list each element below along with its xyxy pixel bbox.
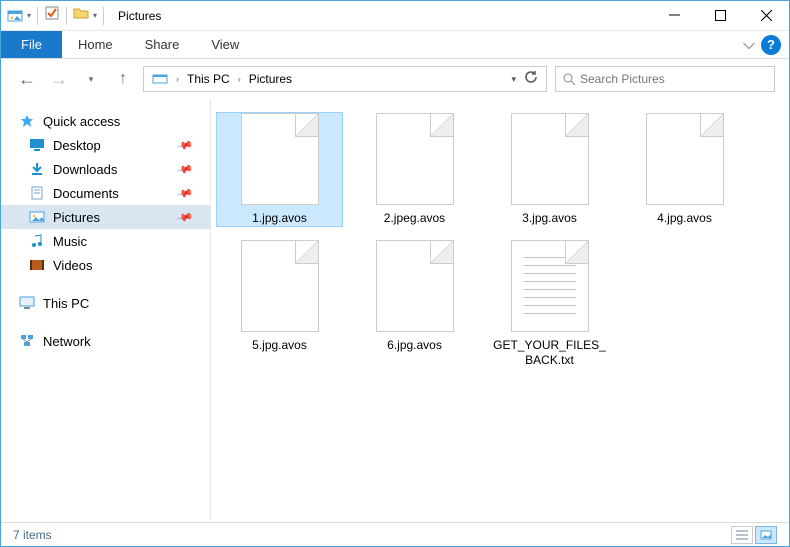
sidebar-item-label: Pictures bbox=[53, 210, 100, 225]
sidebar-item-music[interactable]: Music bbox=[1, 229, 210, 253]
files-pane[interactable]: 1.jpg.avos 2.jpeg.avos 3.jpg.avos 4.jpg.avo… bbox=[211, 99, 789, 524]
sidebar-item-label: Quick access bbox=[43, 114, 120, 129]
sidebar-item-label: Music bbox=[53, 234, 87, 249]
qat-dropdown-icon[interactable]: ▾ bbox=[27, 11, 31, 20]
qat-checkbox-icon[interactable] bbox=[44, 5, 60, 26]
file-name: 6.jpg.avos bbox=[387, 338, 442, 353]
separator bbox=[66, 7, 67, 25]
window-controls bbox=[651, 1, 789, 30]
tab-home[interactable]: Home bbox=[62, 31, 129, 58]
file-name: 3.jpg.avos bbox=[522, 211, 577, 226]
search-input[interactable]: Search Pictures bbox=[555, 66, 775, 92]
quick-access-toolbar: ▾ ▾ Pictures bbox=[1, 5, 161, 26]
generic-file-icon bbox=[646, 113, 724, 205]
help-button[interactable]: ? bbox=[761, 35, 781, 55]
documents-icon bbox=[29, 185, 45, 201]
recent-locations-button[interactable]: ▾ bbox=[79, 67, 103, 91]
file-item[interactable]: 2.jpeg.avos bbox=[352, 113, 477, 226]
qat-dropdown-icon[interactable]: ▾ bbox=[93, 11, 97, 20]
minimize-button[interactable] bbox=[651, 1, 697, 30]
separator bbox=[37, 7, 38, 25]
close-button[interactable] bbox=[743, 1, 789, 30]
pin-icon: 📌 bbox=[176, 136, 194, 154]
details-view-button[interactable] bbox=[731, 526, 753, 544]
generic-file-icon bbox=[241, 240, 319, 332]
sidebar-item-quick-access[interactable]: Quick access bbox=[1, 109, 210, 133]
generic-file-icon bbox=[511, 113, 589, 205]
network-icon bbox=[19, 333, 35, 349]
ribbon-collapse-icon[interactable]: ⌵ bbox=[743, 36, 755, 54]
navigation-bar: ← → ▾ ↑ › This PC › Pictures ▾ Search Pi… bbox=[1, 59, 789, 99]
breadcrumb-this-pc[interactable]: This PC bbox=[183, 72, 234, 86]
file-tab[interactable]: File bbox=[1, 31, 62, 58]
generic-file-icon bbox=[376, 240, 454, 332]
app-icon bbox=[7, 8, 23, 24]
content-area: Quick access Desktop 📌 Downloads 📌 Docum… bbox=[1, 99, 789, 524]
file-item[interactable]: 1.jpg.avos bbox=[217, 113, 342, 226]
maximize-button[interactable] bbox=[697, 1, 743, 30]
view-toggles bbox=[731, 526, 777, 544]
search-icon bbox=[562, 72, 576, 86]
folder-icon[interactable] bbox=[73, 5, 89, 26]
up-button[interactable]: ↑ bbox=[111, 67, 135, 91]
breadcrumb-current[interactable]: Pictures bbox=[245, 72, 296, 86]
sidebar-item-videos[interactable]: Videos bbox=[1, 253, 210, 277]
sidebar-item-label: Network bbox=[43, 334, 91, 349]
file-item[interactable]: 3.jpg.avos bbox=[487, 113, 612, 226]
star-icon bbox=[19, 113, 35, 129]
large-icons-view-button[interactable] bbox=[755, 526, 777, 544]
desktop-icon bbox=[29, 137, 45, 153]
status-bar: 7 items bbox=[1, 522, 789, 546]
title-bar: ▾ ▾ Pictures bbox=[1, 1, 789, 31]
sidebar-item-label: This PC bbox=[43, 296, 89, 311]
window-title: Pictures bbox=[110, 9, 161, 23]
forward-button[interactable]: → bbox=[47, 67, 71, 91]
downloads-icon bbox=[29, 161, 45, 177]
sidebar-item-documents[interactable]: Documents 📌 bbox=[1, 181, 210, 205]
music-icon bbox=[29, 233, 45, 249]
file-name: 1.jpg.avos bbox=[252, 211, 307, 226]
ribbon-tabs: File Home Share View ⌵ ? bbox=[1, 31, 789, 59]
back-button[interactable]: ← bbox=[15, 67, 39, 91]
file-name: GET_YOUR_FILES_BACK.txt bbox=[491, 338, 609, 368]
chevron-right-icon[interactable]: › bbox=[172, 74, 183, 84]
sidebar-item-this-pc[interactable]: This PC bbox=[1, 291, 210, 315]
pin-icon: 📌 bbox=[176, 208, 194, 226]
chevron-right-icon[interactable]: › bbox=[234, 74, 245, 84]
this-pc-icon bbox=[19, 295, 35, 311]
tab-view[interactable]: View bbox=[195, 31, 255, 58]
sidebar-item-network[interactable]: Network bbox=[1, 329, 210, 353]
status-item-count: 7 items bbox=[13, 528, 52, 542]
refresh-button[interactable] bbox=[524, 70, 538, 89]
file-name: 5.jpg.avos bbox=[252, 338, 307, 353]
pictures-icon bbox=[29, 209, 45, 225]
sidebar-item-desktop[interactable]: Desktop 📌 bbox=[1, 133, 210, 157]
separator bbox=[103, 7, 104, 25]
address-history-button[interactable]: ▾ bbox=[511, 74, 516, 85]
sidebar-item-downloads[interactable]: Downloads 📌 bbox=[1, 157, 210, 181]
sidebar-item-label: Videos bbox=[53, 258, 93, 273]
videos-icon bbox=[29, 257, 45, 273]
file-item[interactable]: GET_YOUR_FILES_BACK.txt bbox=[487, 240, 612, 368]
file-item[interactable]: 4.jpg.avos bbox=[622, 113, 747, 226]
pin-icon: 📌 bbox=[176, 184, 194, 202]
navigation-pane: Quick access Desktop 📌 Downloads 📌 Docum… bbox=[1, 99, 211, 524]
tab-share[interactable]: Share bbox=[129, 31, 196, 58]
address-root-icon[interactable] bbox=[148, 73, 172, 85]
address-bar[interactable]: › This PC › Pictures ▾ bbox=[143, 66, 547, 92]
sidebar-item-label: Downloads bbox=[53, 162, 117, 177]
sidebar-item-label: Desktop bbox=[53, 138, 101, 153]
pin-icon: 📌 bbox=[176, 160, 194, 178]
generic-file-icon bbox=[241, 113, 319, 205]
file-name: 4.jpg.avos bbox=[657, 211, 712, 226]
file-name: 2.jpeg.avos bbox=[384, 211, 445, 226]
file-item[interactable]: 6.jpg.avos bbox=[352, 240, 477, 368]
generic-file-icon bbox=[376, 113, 454, 205]
sidebar-item-label: Documents bbox=[53, 186, 119, 201]
search-placeholder: Search Pictures bbox=[580, 72, 665, 86]
file-item[interactable]: 5.jpg.avos bbox=[217, 240, 342, 368]
sidebar-item-pictures[interactable]: Pictures 📌 bbox=[1, 205, 210, 229]
text-file-icon bbox=[511, 240, 589, 332]
